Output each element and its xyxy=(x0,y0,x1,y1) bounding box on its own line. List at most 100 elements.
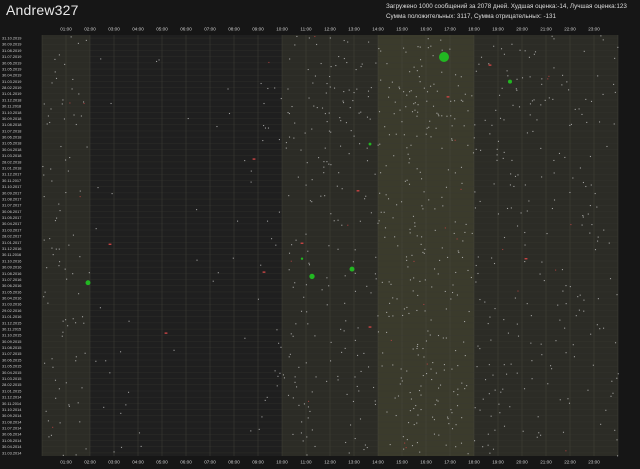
message-dot xyxy=(596,324,598,326)
hour-tick-label: 22:00 xyxy=(564,460,576,465)
message-dot xyxy=(407,153,409,155)
message-dot xyxy=(437,273,439,275)
message-dot xyxy=(377,331,380,333)
message-dot xyxy=(413,103,415,105)
message-dot xyxy=(450,409,452,411)
message-dot xyxy=(309,410,311,412)
message-dot xyxy=(54,379,57,381)
message-dot xyxy=(405,106,407,108)
message-dot xyxy=(394,236,396,238)
message-dot xyxy=(464,93,466,95)
message-dot xyxy=(522,430,524,432)
message-dot xyxy=(348,89,350,91)
message-dot xyxy=(156,60,158,62)
message-dot xyxy=(267,87,269,90)
message-dot xyxy=(441,49,443,51)
message-dot xyxy=(516,323,518,325)
message-dot xyxy=(321,107,324,109)
negative-message-marker xyxy=(446,96,450,98)
message-dot xyxy=(278,211,280,213)
message-dot xyxy=(320,62,322,65)
message-dot xyxy=(340,120,342,122)
message-dot xyxy=(339,117,341,119)
message-dot xyxy=(431,416,434,418)
hour-tick-label: 06:00 xyxy=(180,27,192,32)
message-dot xyxy=(348,153,350,155)
message-dot xyxy=(427,38,429,40)
message-dot xyxy=(244,337,246,339)
message-dot xyxy=(266,396,268,398)
message-dot xyxy=(399,383,401,385)
message-dot xyxy=(212,280,214,282)
message-dot xyxy=(433,419,435,421)
date-tick-label: 31.12.2015 xyxy=(2,320,21,325)
message-dot xyxy=(406,179,408,181)
date-tick-label: 31.07.2017 xyxy=(2,203,21,208)
message-dot xyxy=(514,297,516,299)
message-dot xyxy=(343,39,345,42)
message-dot xyxy=(369,118,371,120)
message-dot xyxy=(455,271,457,274)
message-dot xyxy=(260,82,262,85)
message-dot xyxy=(306,162,308,164)
hour-tick-label: 10:00 xyxy=(276,460,288,465)
message-dot xyxy=(464,355,466,357)
message-dot xyxy=(338,56,340,58)
message-dot xyxy=(360,111,362,113)
hour-tick-label: 14:00 xyxy=(372,460,384,465)
message-dot xyxy=(551,368,553,370)
message-dot xyxy=(65,192,67,194)
message-dot xyxy=(467,110,469,112)
message-dot xyxy=(419,81,421,83)
message-dot xyxy=(395,414,397,417)
message-dot xyxy=(609,278,612,280)
message-dot xyxy=(279,372,281,374)
message-dot xyxy=(43,174,45,176)
hour-tick-label: 19:00 xyxy=(492,27,504,32)
message-dot xyxy=(526,210,528,212)
message-dot xyxy=(600,35,602,37)
message-dot xyxy=(590,333,592,335)
message-dot xyxy=(614,429,616,431)
message-dot xyxy=(616,439,618,441)
message-dot xyxy=(307,68,309,71)
message-dot xyxy=(429,334,431,336)
message-dot xyxy=(300,432,302,434)
message-dot xyxy=(492,448,495,450)
message-dot xyxy=(479,200,481,202)
date-tick-label: 31.10.2018 xyxy=(2,110,21,115)
message-dot xyxy=(326,121,328,123)
message-dot xyxy=(367,96,369,98)
message-dot xyxy=(68,244,70,246)
message-dot xyxy=(80,115,82,117)
message-dot xyxy=(526,303,528,305)
message-dot xyxy=(232,257,234,259)
date-tick-label: 31.08.2014 xyxy=(2,419,22,424)
message-dot xyxy=(507,75,509,77)
negative-message-marker xyxy=(356,190,360,192)
message-dot xyxy=(58,203,60,205)
positive-message-marker xyxy=(309,273,315,280)
message-dot xyxy=(403,448,405,450)
message-dot xyxy=(553,38,555,40)
message-dot xyxy=(386,411,388,413)
message-dot xyxy=(539,273,541,275)
message-dot xyxy=(507,332,509,334)
date-tick-label: 31.05.2019 xyxy=(2,66,21,71)
message-dot xyxy=(547,383,549,385)
message-dot xyxy=(416,135,418,137)
message-dot xyxy=(410,90,412,92)
message-dot xyxy=(333,87,336,89)
message-dot xyxy=(423,252,425,254)
message-dot xyxy=(100,58,102,60)
message-dot xyxy=(328,130,330,132)
hour-band xyxy=(426,35,450,456)
message-dot xyxy=(414,109,416,111)
message-dot xyxy=(407,422,410,424)
message-dot xyxy=(330,131,332,133)
positive-message-marker xyxy=(349,266,355,272)
message-dot xyxy=(75,123,77,126)
message-dot xyxy=(359,220,361,222)
message-dot xyxy=(345,122,347,124)
hour-band xyxy=(162,35,186,456)
